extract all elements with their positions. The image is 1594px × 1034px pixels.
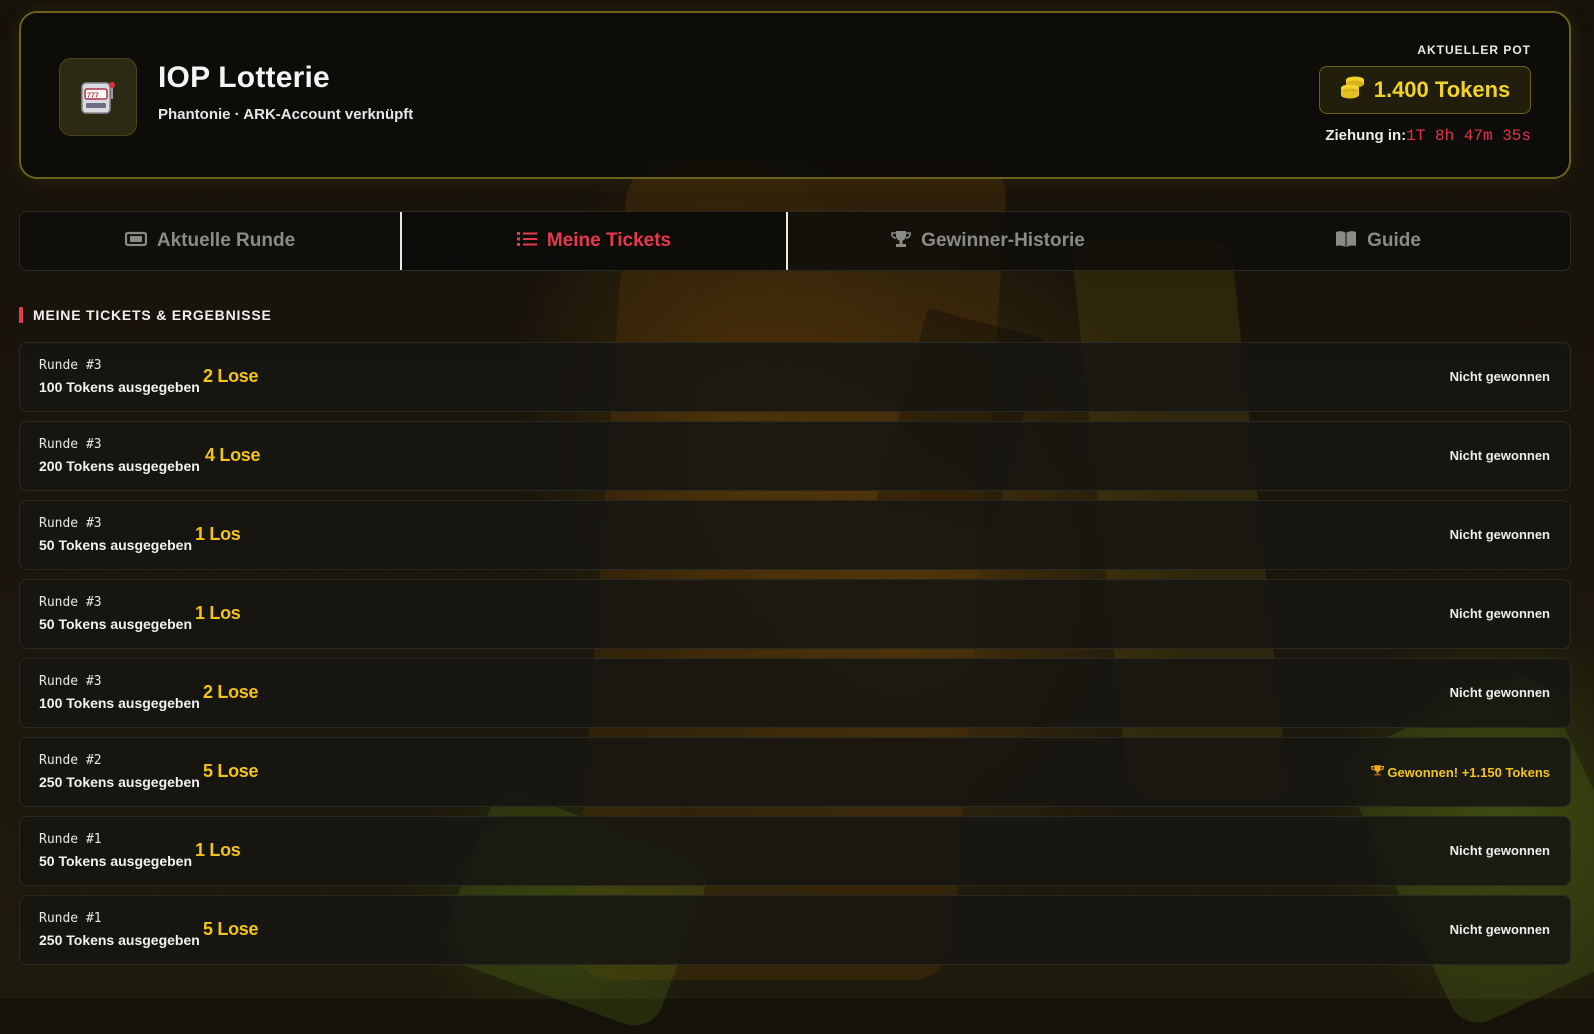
ticket-result: Nicht gewonnen — [1449, 685, 1550, 700]
section-header: MEINE TICKETS & ERGEBNISSE — [19, 307, 272, 323]
draw-label: Ziehung in: — [1325, 127, 1407, 144]
ticket-spent: 200 Tokens ausgegeben — [39, 458, 200, 474]
ticket-icon — [124, 231, 147, 252]
trophy-icon — [891, 229, 911, 254]
ticket-lose-count: 5 Lose — [203, 919, 259, 939]
ticket-spent: 50 Tokens ausgegeben — [39, 616, 193, 632]
ticket-result: Nicht gewonnen — [1449, 606, 1550, 621]
tab-gewinner-historie[interactable]: Gewinner-Historie — [788, 212, 1188, 270]
ticket-result: Nicht gewonnen — [1449, 843, 1550, 858]
slot-machine-icon: 777 — [59, 58, 137, 136]
trophy-icon — [1370, 765, 1388, 780]
tab-label: Gewinner-Historie — [921, 230, 1085, 251]
tab-label: Aktuelle Runde — [156, 230, 296, 251]
ticket-result: Nicht gewonnen — [1449, 448, 1550, 463]
ticket-row: Runde #3 100 Tokens ausgegeben 2 Lose Ni… — [19, 658, 1571, 728]
lottery-header: 777 IOP Lotterie Phantonie · ARK-Account… — [19, 11, 1571, 179]
tab-guide[interactable]: Guide — [1188, 212, 1568, 270]
ticket-row: Runde #1 250 Tokens ausgegeben 5 Lose Ni… — [19, 895, 1571, 965]
ticket-spent: 100 Tokens ausgegeben — [39, 695, 200, 711]
section-title: MEINE TICKETS & ERGEBNISSE — [33, 307, 272, 323]
pot-value: 1.400 Tokens — [1373, 77, 1511, 102]
ticket-lose-count: 1 Los — [195, 603, 241, 623]
list-icon — [516, 231, 537, 252]
ticket-lose-count: 5 Lose — [203, 761, 259, 781]
tab-meine-tickets[interactable]: Meine Tickets — [400, 212, 788, 270]
ticket-round: Runde #3 — [39, 674, 102, 689]
tab-label: Guide — [1367, 230, 1421, 251]
ticket-round: Runde #3 — [39, 437, 102, 452]
ticket-round: Runde #1 — [39, 832, 102, 847]
ticket-lose-count: 2 Lose — [203, 682, 259, 702]
ticket-lose-count: 4 Lose — [205, 445, 261, 465]
ticket-list: Runde #3 100 Tokens ausgegeben 2 Lose Ni… — [19, 342, 1571, 974]
tab-aktuelle-runde[interactable]: Aktuelle Runde — [20, 212, 400, 270]
ticket-spent: 250 Tokens ausgegeben — [39, 774, 200, 790]
ticket-round: Runde #3 — [39, 595, 102, 610]
ticket-row: Runde #3 50 Tokens ausgegeben 1 Los Nich… — [19, 500, 1571, 570]
ticket-row: Runde #3 50 Tokens ausgegeben 1 Los Nich… — [19, 579, 1571, 649]
ticket-spent: 250 Tokens ausgegeben — [39, 932, 200, 948]
coins-icon — [1340, 75, 1366, 105]
draw-countdown: 1T 8h 47m 35s — [1406, 127, 1531, 145]
book-icon — [1335, 230, 1357, 253]
ticket-row: Runde #2 250 Tokens ausgegeben 5 Lose Ge… — [19, 737, 1571, 807]
ticket-lose-count: 2 Lose — [203, 366, 259, 386]
section-accent-bar — [19, 307, 23, 323]
ticket-round: Runde #1 — [39, 911, 102, 926]
page-title: IOP Lotterie — [158, 61, 330, 94]
ticket-result: Nicht gewonnen — [1449, 922, 1550, 937]
ticket-result: Nicht gewonnen — [1449, 369, 1550, 384]
ticket-row: Runde #3 100 Tokens ausgegeben 2 Lose Ni… — [19, 342, 1571, 412]
svg-text:777: 777 — [87, 93, 99, 100]
ticket-round: Runde #3 — [39, 516, 102, 531]
pot-label: AKTUELLER POT — [1417, 43, 1531, 57]
ticket-round: Runde #3 — [39, 358, 102, 373]
ticket-spent: 100 Tokens ausgegeben — [39, 379, 200, 395]
tab-label: Meine Tickets — [546, 230, 672, 251]
tab-bar: Aktuelle Runde Meine Tickets Gewinner-Hi… — [19, 211, 1571, 271]
ticket-row: Runde #1 50 Tokens ausgegeben 1 Los Nich… — [19, 816, 1571, 886]
ticket-result-won: Gewonnen! +1.150 Tokens — [1370, 764, 1550, 780]
draw-timer: Ziehung in:1T 8h 47m 35s — [1325, 127, 1531, 145]
ticket-spent: 50 Tokens ausgegeben — [39, 537, 193, 553]
ticket-lose-count: 1 Los — [195, 524, 241, 544]
ticket-result: Nicht gewonnen — [1449, 527, 1550, 542]
ticket-lose-count: 1 Los — [195, 840, 241, 860]
ticket-row: Runde #3 200 Tokens ausgegeben 4 Lose Ni… — [19, 421, 1571, 491]
account-subtitle: Phantonie · ARK-Account verknüpft — [158, 106, 414, 123]
ticket-round: Runde #2 — [39, 753, 102, 768]
ticket-spent: 50 Tokens ausgegeben — [39, 853, 193, 869]
pot-display: 1.400 Tokens — [1319, 66, 1531, 114]
ticket-result-text: Gewonnen! +1.150 Tokens — [1387, 765, 1550, 780]
